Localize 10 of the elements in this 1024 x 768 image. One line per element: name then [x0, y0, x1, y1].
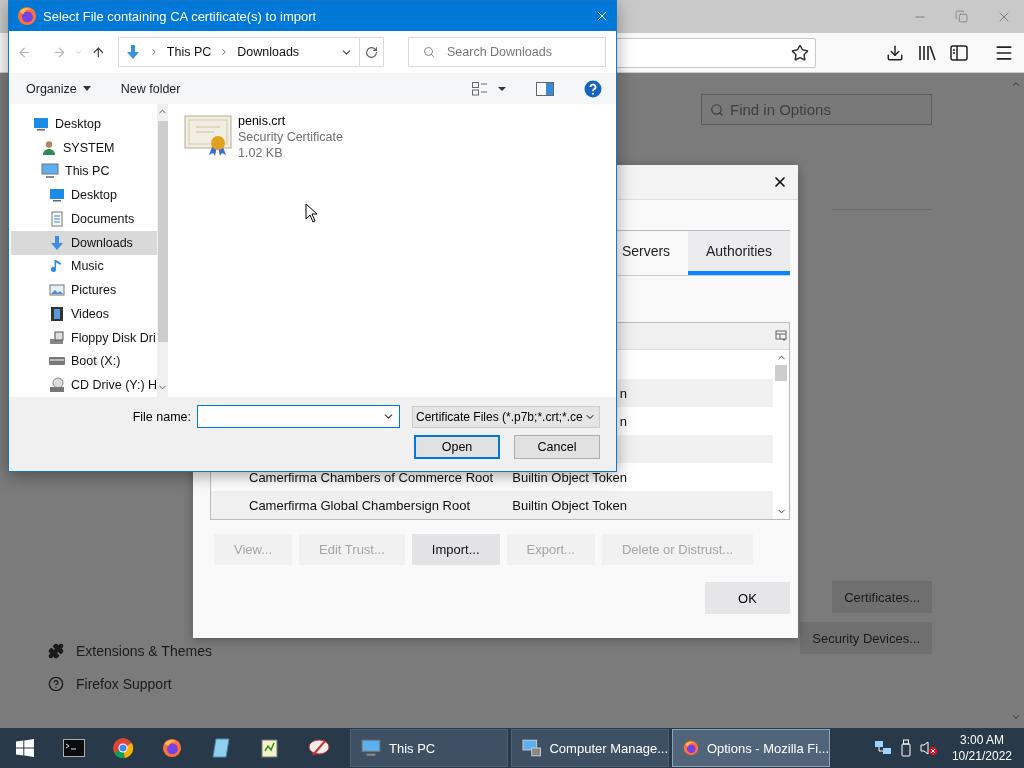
certificate-name: Camerfirma Chambers of Commerce Root	[249, 469, 494, 485]
field-label: File name:	[132, 409, 191, 424]
security-device-name: Builtin Object Token	[512, 469, 627, 485]
certificate-name: Camerfirma Global Chambersign Root	[249, 497, 471, 513]
security-device-name: n	[619, 385, 627, 401]
window-title: Select File containing CA certificate(s) to import	[43, 8, 318, 24]
security-device-name: n	[619, 413, 627, 429]
security-device-name: Builtin Object Token	[512, 497, 627, 513]
file-type: Security Certificate	[238, 129, 343, 145]
file-size: 1.02 KB	[238, 145, 284, 161]
